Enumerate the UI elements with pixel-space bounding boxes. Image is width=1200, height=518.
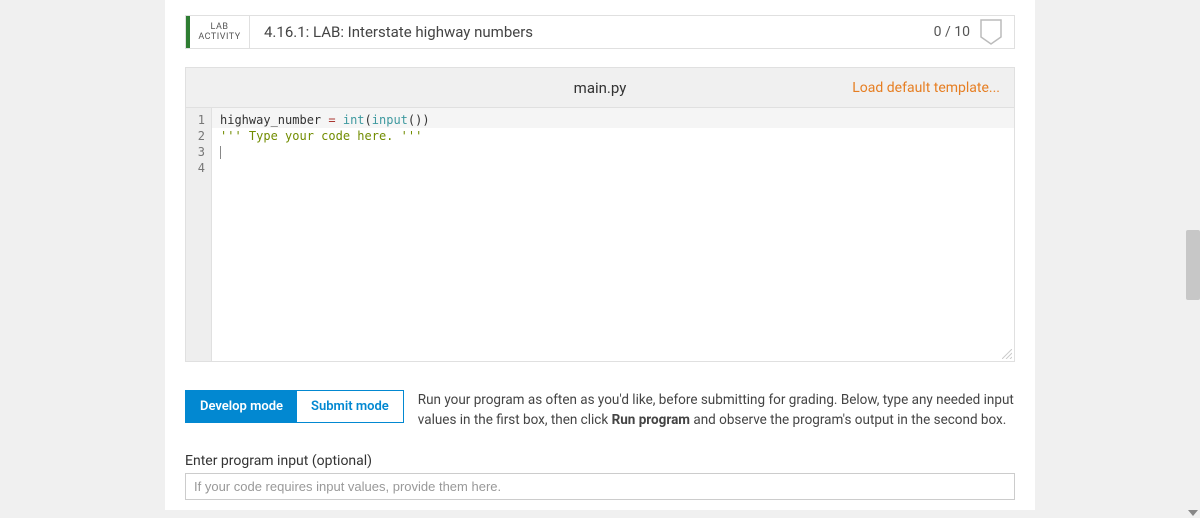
gutter-line: 1 (186, 112, 205, 128)
lab-badge-line2: ACTIVITY (198, 32, 240, 42)
page-scrollbar-thumb[interactable] (1186, 230, 1200, 300)
gutter-line: 4 (186, 160, 205, 176)
lab-title: 4.16.1: LAB: Interstate highway numbers (250, 16, 922, 48)
file-name: main.py (574, 79, 627, 97)
code-line-4 (220, 144, 1006, 160)
mode-row: Develop mode Submit mode Run your progra… (185, 390, 1015, 431)
lab-score: 0 / 10 (934, 24, 970, 40)
lab-container: LAB ACTIVITY 4.16.1: LAB: Interstate hig… (165, 0, 1035, 510)
program-input-section: Enter program input (optional) (185, 453, 1015, 500)
lab-score-wrap: 0 / 10 (922, 16, 1014, 48)
lab-header: LAB ACTIVITY 4.16.1: LAB: Interstate hig… (185, 15, 1015, 49)
submit-mode-button[interactable]: Submit mode (297, 391, 403, 422)
code-area[interactable]: highway_number = int(input()) ''' Type y… (212, 108, 1014, 361)
mode-toggle: Develop mode Submit mode (185, 390, 404, 423)
gutter-line: 2 (186, 128, 205, 144)
program-input-field[interactable] (185, 473, 1015, 500)
mode-help-text: Run your program as often as you'd like,… (418, 390, 1015, 431)
gutter-line: 3 (186, 144, 205, 160)
scroll-down-indicator-icon[interactable] (1188, 510, 1198, 516)
resize-handle-icon[interactable] (1002, 349, 1012, 359)
code-line-1: highway_number = int(input()) (212, 108, 1014, 128)
text-cursor (220, 146, 221, 159)
load-default-template-link[interactable]: Load default template... (852, 80, 1000, 96)
lab-badge-line1: LAB (211, 22, 229, 32)
program-input-label: Enter program input (optional) (185, 453, 1015, 469)
editor-gutter: 1 2 3 4 (186, 108, 212, 361)
file-bar: main.py Load default template... (185, 67, 1015, 107)
develop-mode-button[interactable]: Develop mode (186, 391, 297, 422)
code-editor[interactable]: 1 2 3 4 highway_number = int(input()) ''… (185, 107, 1015, 362)
code-line-3: ''' Type your code here. ''' (220, 128, 1006, 144)
lab-badge: LAB ACTIVITY (190, 16, 250, 48)
score-shield-icon (980, 19, 1002, 45)
